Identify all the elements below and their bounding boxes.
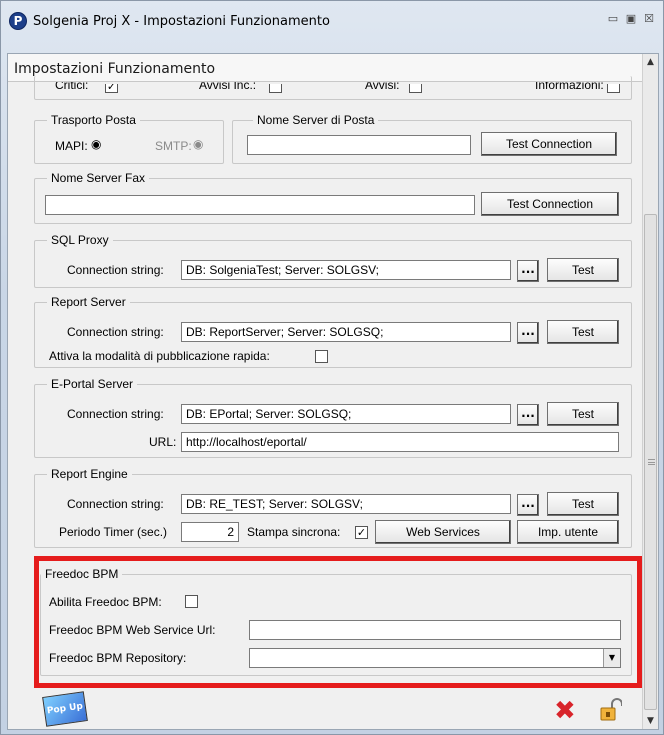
critici-checkbox[interactable]: ✓	[105, 84, 118, 93]
window-title: Solgenia Proj X - Impostazioni Funzionam…	[33, 13, 330, 29]
server-fax-group: Nome Server Fax Test Connection	[34, 171, 632, 224]
report-server-conn-input[interactable]: DB: ReportServer; Server: SOLGSQ;	[181, 322, 511, 342]
sql-proxy-conn-input[interactable]: DB: SolgeniaTest; Server: SOLGSV;	[181, 260, 511, 280]
server-posta-legend: Nome Server di Posta	[253, 113, 379, 127]
panel-title: Impostazioni Funzionamento	[14, 61, 216, 77]
close-icon[interactable]: ☒	[643, 13, 655, 25]
report-engine-test-button[interactable]: Test	[547, 492, 619, 516]
notification-levels-group: Critici: ✓ Avvisi Inc.: Avvisi: Informaz…	[34, 76, 632, 100]
sql-proxy-legend: SQL Proxy	[47, 233, 113, 247]
report-server-conn-label: Connection string:	[67, 325, 164, 339]
report-engine-legend: Report Engine	[47, 467, 132, 481]
web-services-button[interactable]: Web Services	[375, 520, 511, 544]
timer-input[interactable]: 2	[181, 522, 239, 542]
scroll-up-icon[interactable]: ▲	[643, 54, 658, 70]
unlock-icon[interactable]	[600, 698, 622, 722]
report-engine-conn-label: Connection string:	[67, 497, 164, 511]
minimize-icon[interactable]: ▭	[607, 13, 619, 25]
smtp-radio[interactable]: ◉	[193, 137, 203, 151]
avvisi-label: Avvisi:	[365, 78, 400, 92]
rapid-publish-label: Attiva la modalità di pubblicazione rapi…	[49, 349, 270, 363]
imp-utente-button[interactable]: Imp. utente	[517, 520, 619, 544]
timer-label: Periodo Timer (sec.)	[59, 525, 168, 539]
eportal-legend: E-Portal Server	[47, 377, 138, 391]
scrollbar-thumb[interactable]	[644, 214, 657, 710]
report-engine-conn-input[interactable]: DB: RE_TEST; Server: SOLGSV;	[181, 494, 511, 514]
delete-icon[interactable]: ✖	[554, 698, 576, 724]
avvisi-inc-checkbox[interactable]	[269, 84, 282, 93]
sql-proxy-conn-label: Connection string:	[67, 263, 164, 277]
server-posta-group: Nome Server di Posta Test Connection	[232, 113, 632, 164]
informazioni-label: Informazioni:	[535, 78, 604, 92]
eportal-browse-button[interactable]: ...	[517, 404, 539, 426]
restore-icon[interactable]: ▣	[625, 13, 637, 25]
avvisi-inc-label: Avvisi Inc.:	[199, 78, 257, 92]
stampa-sincrona-checkbox[interactable]: ✓	[355, 526, 368, 539]
informazioni-checkbox[interactable]	[607, 84, 620, 93]
server-fax-input[interactable]	[45, 195, 475, 215]
report-server-browse-button[interactable]: ...	[517, 322, 539, 344]
report-engine-group: Report Engine Connection string: DB: RE_…	[34, 467, 632, 548]
mapi-label: MAPI:	[55, 139, 88, 153]
test-connection-fax-button[interactable]: Test Connection	[481, 192, 619, 216]
scroll-down-icon[interactable]: ▼	[643, 713, 658, 729]
eportal-test-button[interactable]: Test	[547, 402, 619, 426]
eportal-url-input[interactable]: http://localhost/eportal/	[181, 432, 619, 452]
settings-panel: Impostazioni Funzionamento Critici: ✓ Av…	[7, 53, 659, 730]
app-logo-icon: P	[9, 12, 27, 30]
avvisi-checkbox[interactable]	[409, 84, 422, 93]
sql-proxy-browse-button[interactable]: ...	[517, 260, 539, 282]
eportal-group: E-Portal Server Connection string: DB: E…	[34, 377, 632, 458]
report-server-group: Report Server Connection string: DB: Rep…	[34, 295, 632, 368]
app-window: P Solgenia Proj X - Impostazioni Funzion…	[0, 0, 664, 735]
highlight-rectangle	[34, 556, 642, 688]
title-bar: P Solgenia Proj X - Impostazioni Funzion…	[1, 1, 663, 41]
eportal-url-label: URL:	[149, 435, 177, 449]
server-fax-legend: Nome Server Fax	[47, 171, 150, 185]
report-engine-browse-button[interactable]: ...	[517, 494, 539, 516]
critici-label: Critici:	[55, 78, 89, 92]
eportal-conn-label: Connection string:	[67, 407, 164, 421]
smtp-label: SMTP:	[155, 139, 192, 153]
sql-proxy-test-button[interactable]: Test	[547, 258, 619, 282]
mapi-radio[interactable]: ◉	[91, 137, 101, 151]
server-posta-input[interactable]	[247, 135, 471, 155]
rapid-publish-checkbox[interactable]	[315, 350, 328, 363]
report-server-legend: Report Server	[47, 295, 130, 309]
report-server-test-button[interactable]: Test	[547, 320, 619, 344]
stampa-sincrona-label: Stampa sincrona:	[247, 525, 341, 539]
trasporto-posta-group: Trasporto Posta MAPI: ◉ SMTP: ◉	[34, 113, 224, 164]
sql-proxy-group: SQL Proxy Connection string: DB: Solgeni…	[34, 233, 632, 288]
eportal-conn-input[interactable]: DB: EPortal; Server: SOLGSQ;	[181, 404, 511, 424]
vertical-scrollbar[interactable]: ▲ ▼	[642, 54, 658, 729]
trasporto-posta-legend: Trasporto Posta	[47, 113, 140, 127]
test-connection-posta-button[interactable]: Test Connection	[481, 132, 617, 156]
popup-icon[interactable]: Pop Up	[42, 691, 88, 727]
